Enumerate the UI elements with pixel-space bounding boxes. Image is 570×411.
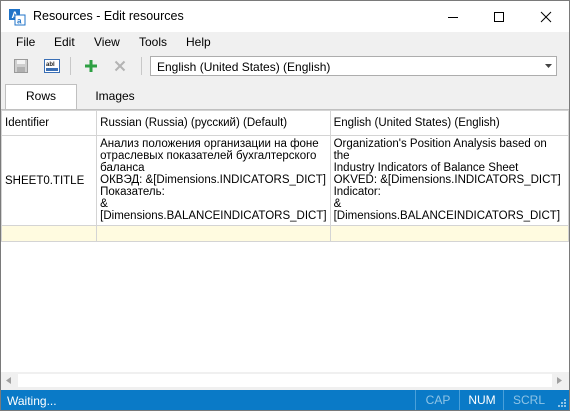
new-row-cell[interactable] — [1, 225, 98, 242]
menu-file[interactable]: File — [16, 35, 35, 49]
add-button[interactable] — [80, 55, 102, 77]
menu-help[interactable]: Help — [186, 35, 211, 49]
column-header-english[interactable]: English (United States) (English) — [329, 110, 569, 136]
delete-icon — [114, 60, 126, 72]
add-icon — [85, 60, 97, 72]
column-header-russian[interactable]: Russian (Russia) (русский) (Default) — [96, 110, 331, 136]
cell-russian[interactable]: Анализ положения организации на фоне отр… — [96, 135, 331, 226]
new-row[interactable] — [1, 225, 569, 242]
tab-images[interactable]: Images — [81, 85, 149, 109]
toolbar: abl English (United States) (English) — [1, 52, 569, 79]
status-bar: Waiting... CAP NUM SCRL — [1, 390, 569, 410]
minimize-button[interactable] — [430, 1, 476, 32]
table-header-row: Identifier Russian (Russia) (русский) (D… — [1, 110, 569, 136]
window-title: Resources - Edit resources — [33, 9, 184, 23]
svg-text:a: a — [17, 17, 22, 26]
delete-button[interactable] — [109, 55, 131, 77]
language-select[interactable]: English (United States) (English) — [150, 56, 557, 76]
text-resource-icon: abl — [44, 59, 60, 73]
app-icon: A a — [9, 9, 26, 26]
scrollbar-track[interactable] — [18, 374, 552, 387]
language-select-value: English (United States) (English) — [157, 60, 331, 74]
maximize-button[interactable] — [476, 1, 522, 32]
toolbar-separator — [70, 57, 71, 75]
cell-english[interactable]: Organization's Position Analysis based o… — [329, 135, 569, 226]
cell-identifier[interactable]: SHEET0.TITLE — [1, 135, 98, 226]
menu-tools[interactable]: Tools — [139, 35, 167, 49]
new-row-cell[interactable] — [96, 225, 331, 242]
minimize-icon — [448, 16, 458, 18]
text-resource-button[interactable]: abl — [41, 55, 63, 77]
chevron-down-icon — [545, 64, 552, 68]
resources-grid: Identifier Russian (Russia) (русский) (D… — [1, 109, 569, 373]
resize-grip-icon[interactable] — [557, 398, 567, 408]
save-icon — [14, 59, 28, 73]
scroll-right-icon[interactable] — [557, 377, 562, 384]
horizontal-scrollbar[interactable] — [1, 372, 569, 389]
title-bar: A a Resources - Edit resources — [1, 1, 569, 32]
close-button[interactable] — [523, 1, 569, 32]
num-lock-indicator: NUM — [459, 390, 504, 410]
column-header-identifier[interactable]: Identifier — [1, 110, 98, 136]
new-row-cell[interactable] — [329, 225, 569, 242]
table-row[interactable]: SHEET0.TITLE Анализ положения организаци… — [1, 135, 569, 226]
status-text: Waiting... — [7, 394, 57, 408]
tab-rows[interactable]: Rows — [5, 84, 77, 110]
resources-window: A a Resources - Edit resources File Edit… — [0, 0, 570, 411]
menu-bar: File Edit View Tools Help — [1, 32, 569, 52]
scroll-lock-indicator: SCRL — [503, 390, 554, 410]
close-icon — [540, 11, 552, 22]
menu-edit[interactable]: Edit — [54, 35, 75, 49]
caps-lock-indicator: CAP — [415, 390, 460, 410]
toolbar-separator — [141, 57, 142, 75]
scroll-left-icon[interactable] — [6, 377, 11, 384]
menu-view[interactable]: View — [94, 35, 120, 49]
resources-table: Identifier Russian (Russia) (русский) (D… — [1, 110, 569, 242]
svg-text:abl: abl — [46, 62, 55, 68]
tab-strip: Rows Images — [1, 79, 569, 110]
save-button[interactable] — [10, 55, 32, 77]
maximize-icon — [494, 11, 504, 22]
